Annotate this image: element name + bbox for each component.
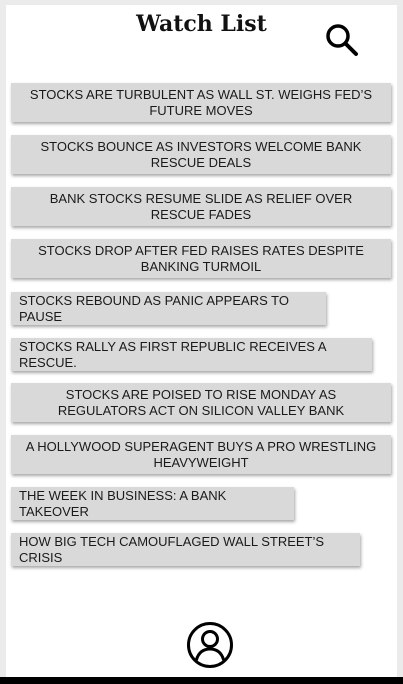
news-item-label: STOCKS DROP AFTER FED RAISES RATES DESPI… [38, 242, 364, 274]
news-item-label: STOCKS BOUNCE AS INVESTORS WELCOME BANK … [40, 138, 362, 170]
news-item[interactable]: A HOLLYWOOD SUPERAGENT BUYS A PRO WRESTL… [11, 435, 391, 474]
news-item-label: STOCKS ARE TURBULENT AS WALL ST. WEIGHS … [29, 86, 373, 118]
bottom-bar [0, 677, 403, 684]
news-item-label: STOCKS ARE POISED TO RISE MONDAY AS REGU… [57, 386, 345, 418]
news-item-label: A HOLLYWOOD SUPERAGENT BUYS A PRO WRESTL… [25, 438, 377, 470]
news-item[interactable]: THE WEEK IN BUSINESS: A BANK TAKEOVER [11, 487, 294, 520]
news-item-label: THE WEEK IN BUSINESS: A BANK TAKEOVER [19, 487, 227, 519]
news-item-label: STOCKS REBOUND AS PANIC APPEARS TO PAUSE [19, 292, 289, 324]
news-item[interactable]: STOCKS ARE TURBULENT AS WALL ST. WEIGHS … [11, 83, 391, 122]
news-item-label: HOW BIG TECH CAMOUFLAGED WALL STREET’S C… [19, 533, 325, 565]
news-item[interactable]: STOCKS DROP AFTER FED RAISES RATES DESPI… [11, 239, 391, 278]
news-item[interactable]: STOCKS RALLY AS FIRST REPUBLIC RECEIVES … [11, 338, 372, 371]
news-item-label: STOCKS RALLY AS FIRST REPUBLIC RECEIVES … [19, 338, 326, 370]
news-item[interactable]: STOCKS ARE POISED TO RISE MONDAY AS REGU… [11, 383, 391, 422]
user-avatar-icon[interactable] [186, 621, 234, 669]
news-item[interactable]: STOCKS BOUNCE AS INVESTORS WELCOME BANK … [11, 135, 391, 174]
news-item[interactable]: HOW BIG TECH CAMOUFLAGED WALL STREET’S C… [11, 533, 360, 566]
news-item[interactable]: BANK STOCKS RESUME SLIDE AS RELIEF OVER … [11, 187, 391, 226]
news-list: STOCKS ARE TURBULENT AS WALL ST. WEIGHS … [6, 5, 397, 605]
watch-list-screen: Watch List STOCKS ARE TURBULENT AS WALL … [6, 5, 397, 677]
news-item[interactable]: STOCKS REBOUND AS PANIC APPEARS TO PAUSE [11, 292, 326, 325]
news-item-label: BANK STOCKS RESUME SLIDE AS RELIEF OVER … [49, 190, 353, 222]
